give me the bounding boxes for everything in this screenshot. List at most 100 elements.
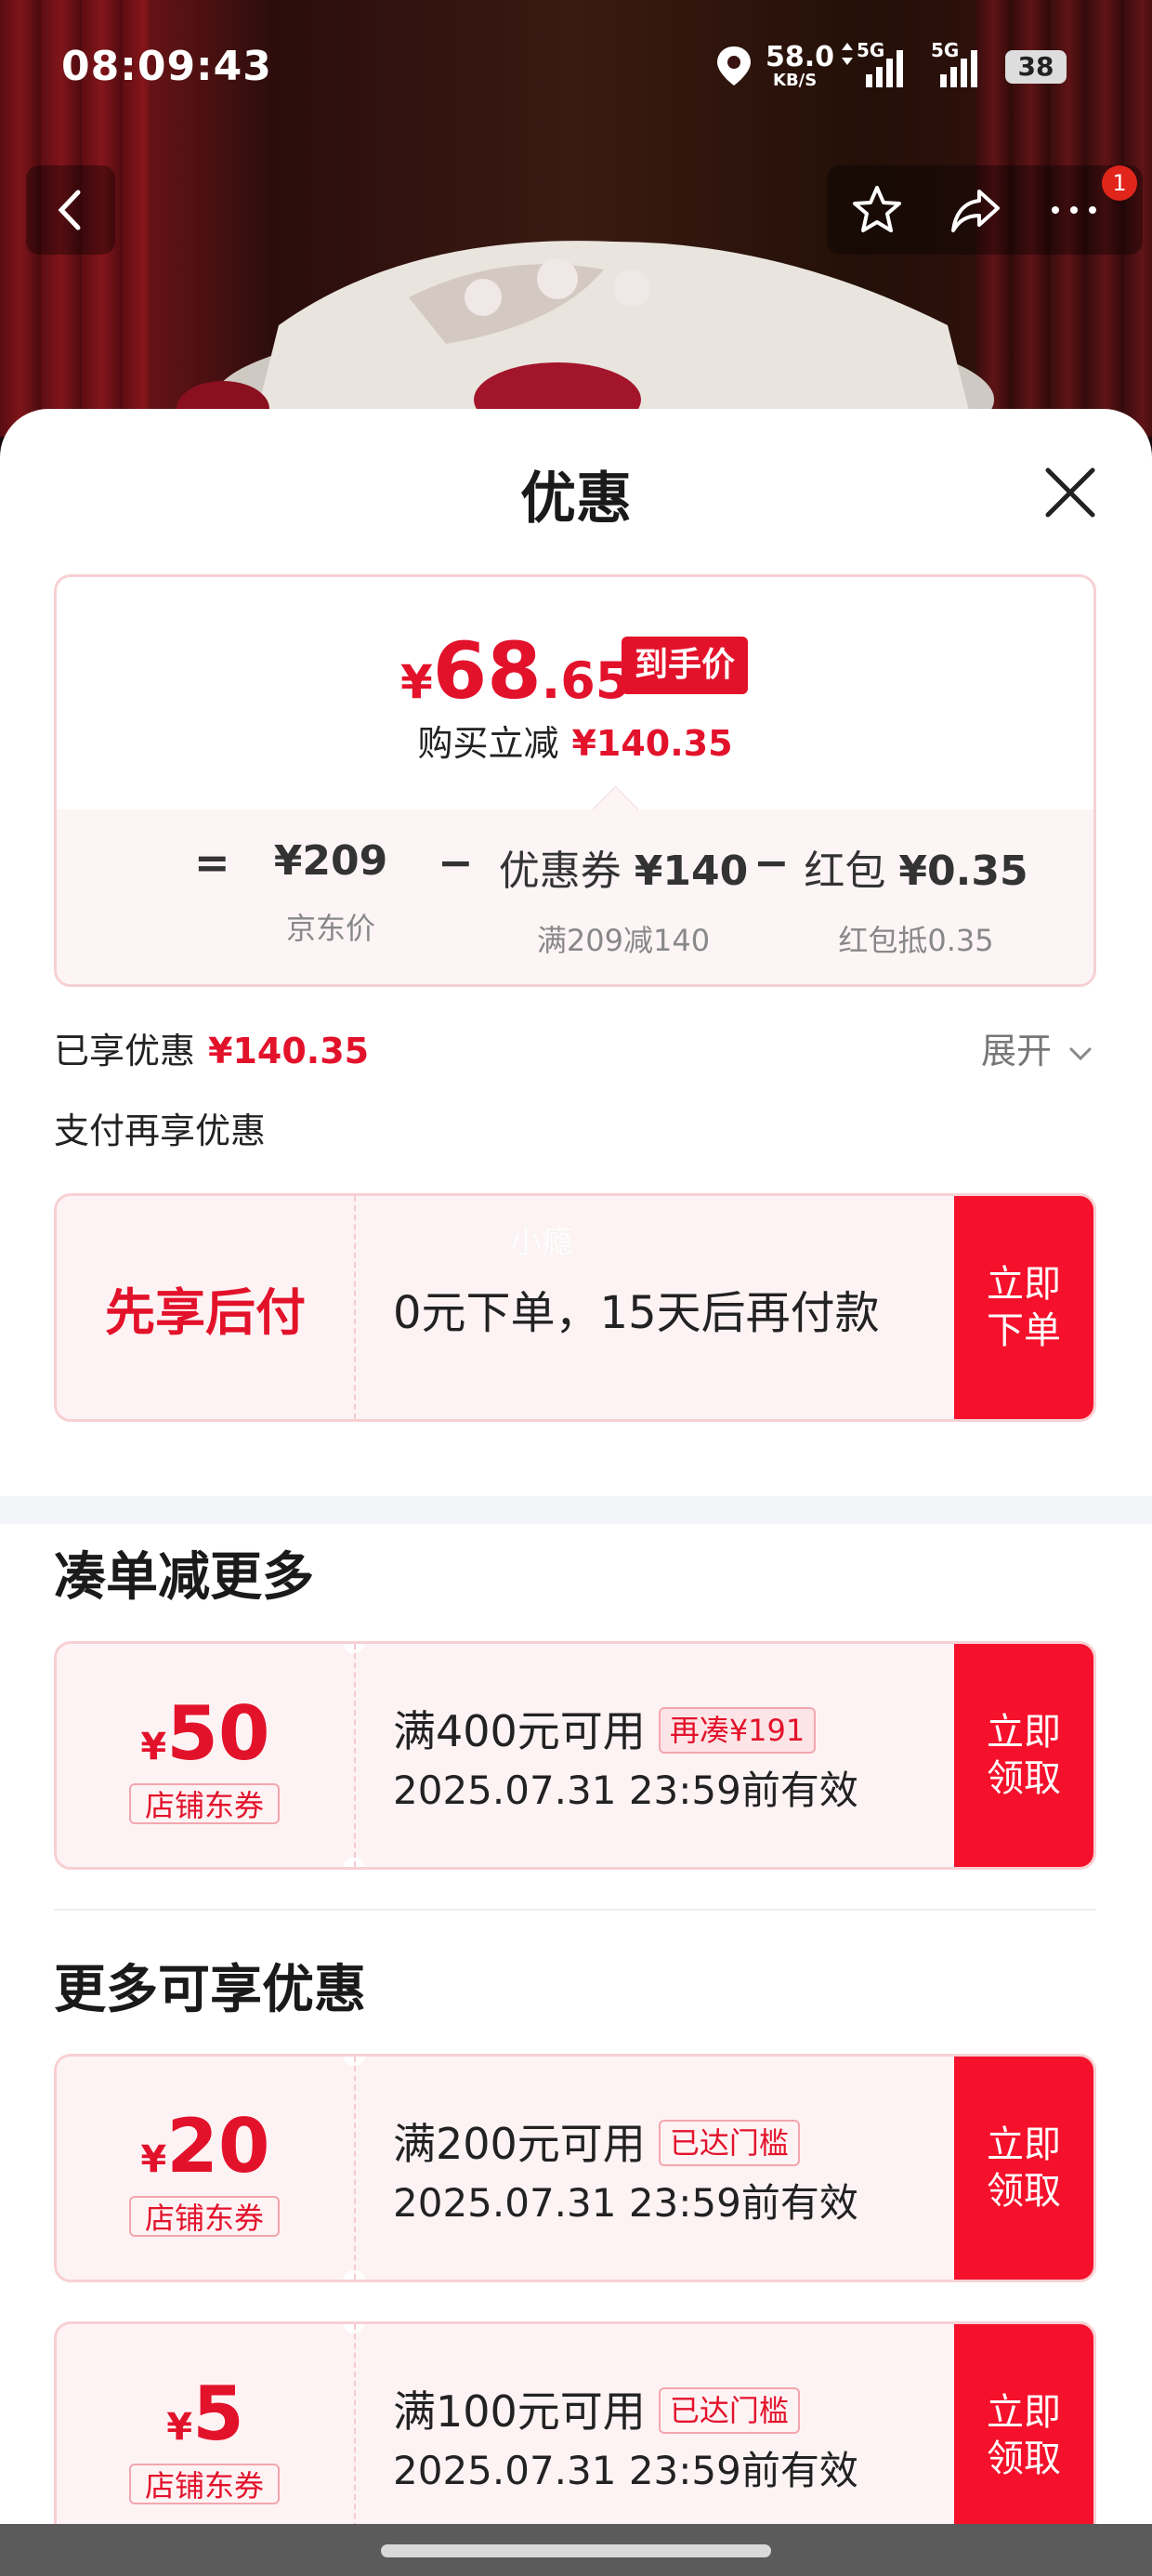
reduce-line: 购买立减 ¥140.35 (57, 715, 1093, 766)
cta-label: 立即 领取 (987, 1711, 1061, 1800)
coupon-condition-text: 满100元可用 (393, 2386, 646, 2437)
location-icon (717, 46, 751, 85)
coupon-value: 5 (192, 2371, 244, 2457)
share-icon (951, 190, 1000, 232)
coupon-amount: ¥20 (57, 2103, 354, 2189)
coupon-value: 20 (166, 2103, 270, 2189)
price-breakdown: = ¥209 京东价 − 优惠券 ¥140 满209减140 − 红包 ¥0.3… (57, 785, 1093, 984)
final-price-decimal: .65 (541, 651, 631, 710)
breakdown-item-jd-price: ¥209 京东价 (233, 837, 428, 948)
coupon-divider (354, 1196, 356, 1419)
coupon-divider (354, 2324, 356, 2547)
sheet-title: 优惠 (520, 467, 632, 532)
status-icons: 58.0 KB/S 5G 5G 38 (715, 37, 1106, 93)
system-nav-bar (0, 2524, 1152, 2576)
more-dots-icon (1052, 206, 1096, 214)
coupon-value: 50 (166, 1690, 270, 1777)
home-indicator[interactable] (381, 2544, 771, 2557)
status-bar: 08:09:43 58.0 KB/S 5G 5G 38 (0, 0, 1152, 139)
chevron-down-icon (1069, 1047, 1092, 1060)
coupon-currency: ¥ (140, 2138, 167, 2181)
pay-later-desc: 0元下单，15天后再付款 (393, 1287, 880, 1339)
signal-icon (866, 50, 903, 87)
coupon-amount: ¥5 (57, 2371, 354, 2457)
final-price-currency: ¥ (400, 655, 433, 709)
coupon-amount: ¥50 (57, 1690, 354, 1777)
coupon-condition-text: 满400元可用 (393, 1706, 646, 1756)
coupon-currency: ¥ (166, 2406, 193, 2449)
coupon-divider (354, 2057, 356, 2280)
data-arrows-icon (842, 43, 853, 65)
coupon-validity: 2025.07.31 23:59前有效 (393, 2448, 858, 2493)
claim-coupon-button[interactable]: 立即 领取 (954, 1644, 1093, 1867)
breakdown-sub: 京东价 (285, 911, 375, 946)
coupon-validity: 2025.07.31 23:59前有效 (393, 1768, 858, 1813)
price-summary-card: ¥68.65 到手价 购买立减 ¥140.35 = ¥209 京东价 − 优惠券 … (54, 574, 1096, 987)
breakdown-value: ¥140 (634, 848, 749, 895)
minus-sign: − (753, 837, 790, 887)
discount-sheet: 优惠 ¥68.65 到手价 购买立减 ¥140.35 = ¥209 京东价 − 优… (0, 409, 1152, 2576)
pay-more-label: 支付再享优惠 (54, 1111, 267, 1151)
expand-toggle[interactable]: 展开 (981, 1022, 1093, 1073)
section-more-title: 更多可享优惠 (54, 1960, 366, 2020)
favorite-button[interactable] (849, 182, 905, 238)
claim-coupon-button[interactable]: 立即 领取 (954, 2324, 1093, 2547)
breakdown-value: ¥0.35 (898, 848, 1028, 895)
more-button[interactable] (1046, 182, 1102, 238)
claim-coupon-button[interactable]: 立即 领取 (954, 2057, 1093, 2280)
reduce-label: 购买立减 (417, 723, 559, 764)
coupon-card: ¥50 店铺东券 满400元可用 再凑¥191 2025.07.31 23:59前… (54, 1641, 1096, 1870)
coupon-type: 店铺东券 (129, 1783, 280, 1824)
chevron-left-icon (58, 190, 81, 230)
breakdown-sub: 满209减140 (536, 923, 711, 958)
coupon-badge: 再凑¥191 (658, 1707, 817, 1754)
coupon-condition: 满200元可用 已达门槛 (393, 2110, 800, 2172)
minus-sign: − (438, 837, 474, 887)
section-separator (54, 1909, 1096, 1911)
order-now-button[interactable]: 立即 下单 (954, 1196, 1093, 1419)
reduce-amount: ¥140.35 (571, 723, 733, 764)
battery-level: 38 (1017, 51, 1054, 82)
net-speed-value: 58.0 (766, 41, 835, 73)
equals-sign: = (194, 837, 230, 887)
section-divider-band (0, 1496, 1152, 1524)
cta-label: 立即 领取 (987, 2391, 1061, 2480)
coupon-condition: 满400元可用 再凑¥191 (393, 1698, 817, 1759)
pay-later-card: 先享后付 小瘾 0元下单，15天后再付款 立即 下单 (54, 1193, 1096, 1422)
coupon-validity: 2025.07.31 23:59前有效 (393, 2180, 858, 2226)
share-button[interactable] (948, 182, 1003, 238)
net-speed-unit: KB/S (773, 71, 818, 90)
breakdown-label: 优惠券 (498, 848, 622, 895)
nav-action-group (827, 165, 1143, 255)
enjoyed-label: 已享优惠 (54, 1031, 196, 1071)
coupon-badge: 已达门槛 (658, 2387, 800, 2434)
breakdown-item-coupon: 优惠券 ¥140 满209减140 (484, 837, 763, 960)
coupon-condition-text: 满200元可用 (393, 2119, 646, 2169)
breakdown-value: ¥209 (273, 837, 388, 885)
pay-later-title: 先享后付 (105, 1282, 306, 1342)
coupon-type: 店铺东券 (129, 2464, 280, 2504)
close-button[interactable] (1039, 461, 1102, 524)
breakdown-item-redpacket: 红包 ¥0.35 红包抵0.35 (791, 837, 1041, 960)
section-combine-title: 凑单减更多 (54, 1547, 314, 1608)
star-icon (853, 186, 901, 232)
coupon-card: ¥5 店铺东券 满100元可用 已达门槛 2025.07.31 23:59前有效 … (54, 2321, 1096, 2550)
coupon-card: ¥20 店铺东券 满200元可用 已达门槛 2025.07.31 23:59前有效… (54, 2054, 1096, 2282)
battery-icon: 38 (1005, 50, 1067, 84)
signal-icon (940, 50, 977, 87)
status-time: 08:09:43 (61, 43, 272, 90)
enjoyed-discount: 已享优惠 ¥140.35 (54, 1022, 369, 1073)
breakdown-label: 红包 (804, 848, 886, 895)
watermark-text: 小瘾 (510, 1224, 573, 1261)
close-icon (1045, 467, 1095, 518)
breakdown-sub: 红包抵0.35 (838, 923, 994, 958)
final-price-integer: 68 (432, 625, 542, 716)
cta-label: 立即 领取 (987, 2123, 1061, 2213)
coupon-currency: ¥ (140, 1726, 167, 1768)
expand-label: 展开 (981, 1031, 1053, 1071)
back-button[interactable] (26, 165, 115, 255)
final-price: ¥68.65 (400, 625, 630, 716)
enjoyed-amount: ¥140.35 (208, 1031, 370, 1071)
final-price-tag: 到手价 (622, 637, 749, 694)
coupon-divider (354, 1644, 356, 1867)
